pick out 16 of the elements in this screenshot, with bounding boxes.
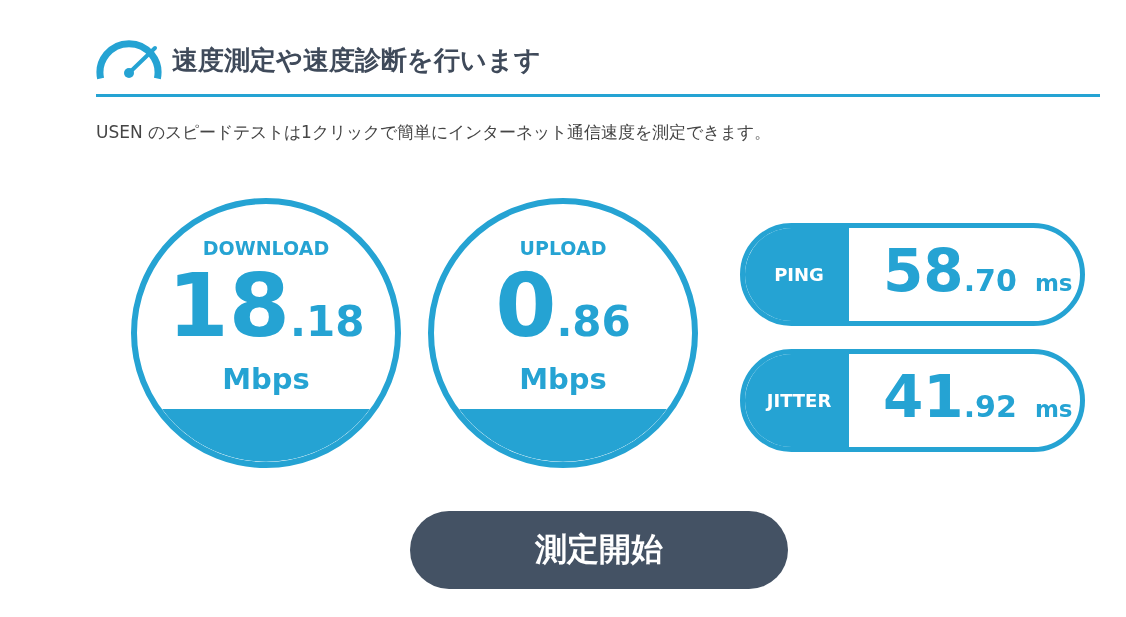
speed-value: 0.86 xyxy=(495,262,631,350)
meter-label: UPLOAD xyxy=(519,236,607,260)
latency-value: 58.70 xyxy=(883,242,1017,300)
unit-label: Mbps xyxy=(222,364,310,396)
unit-label: ms xyxy=(1034,271,1073,297)
speed-value: 18.18 xyxy=(167,262,365,350)
unit-label: ms xyxy=(1034,397,1073,423)
latency-value: 41.92 xyxy=(883,368,1017,426)
description-text: USEN のスピードテストは1クリックで簡単にインターネット通信速度を測定できます。 xyxy=(96,121,771,144)
unit-label: Mbps xyxy=(519,364,607,396)
start-button[interactable]: 測定開始 xyxy=(410,511,788,589)
meter-label: DOWNLOAD xyxy=(202,236,330,260)
speedometer-icon xyxy=(96,40,162,80)
meter-label: PING xyxy=(745,228,849,321)
page-title: 速度測定や速度診断を行います xyxy=(172,43,541,77)
meter-label: JITTER xyxy=(745,354,849,447)
